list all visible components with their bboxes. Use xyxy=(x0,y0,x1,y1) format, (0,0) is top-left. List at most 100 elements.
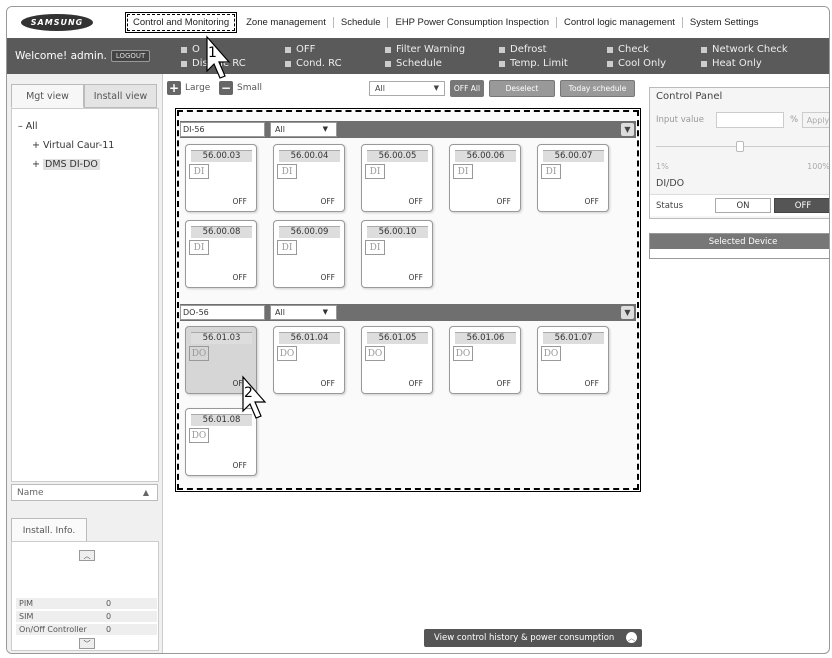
nav-control-monitoring[interactable]: Control and Monitoring xyxy=(124,12,238,33)
apply-button[interactable]: Apply xyxy=(802,112,829,128)
status-dot-icon xyxy=(499,46,505,53)
device-card[interactable]: 56.01.05 DO OFF xyxy=(361,326,433,394)
tab-install-view[interactable]: Install view xyxy=(84,84,157,108)
nav-ehp-power[interactable]: EHP Power Consumption Inspection xyxy=(388,17,557,28)
status-dot-icon xyxy=(181,46,187,53)
minus-icon: − xyxy=(220,81,232,95)
small-view-button[interactable]: − xyxy=(219,81,233,95)
view-toolbar: + Large − Small All ▼ OFF All Deselect To… xyxy=(167,80,637,102)
off-all-button[interactable]: OFF All xyxy=(450,80,484,97)
chevron-down-icon: ▼ xyxy=(624,125,631,134)
nav-schedule[interactable]: Schedule xyxy=(334,17,389,28)
chevron-down-icon: ▼ xyxy=(322,308,328,316)
status-dot-icon xyxy=(701,46,707,53)
name-sort-select[interactable]: Name ▲ xyxy=(11,484,158,501)
nav-control-logic[interactable]: Control logic management xyxy=(557,17,683,28)
chevron-down-icon: ▼ xyxy=(322,125,328,133)
control-panel: Control Panel Input value % Apply 1% 100… xyxy=(649,87,829,219)
welcome-label: Welcome! admin. xyxy=(15,50,107,62)
chevron-up-icon: ▲ xyxy=(142,488,149,497)
install-row-pim: PIM 0 xyxy=(16,598,157,610)
group-name-field[interactable]: DI-56 xyxy=(180,122,265,137)
status-network-check: Network Check xyxy=(701,44,788,55)
expand-icon[interactable]: + xyxy=(32,159,40,170)
device-card[interactable]: 56.00.10 DI OFF xyxy=(361,220,433,288)
status-off: OFF xyxy=(285,44,315,55)
chevron-up-icon: ︿ xyxy=(626,632,637,643)
nav-zone-management[interactable]: Zone management xyxy=(239,17,334,28)
callout-1-number: 1 xyxy=(208,45,217,61)
status-dot-icon xyxy=(181,60,187,67)
off-button[interactable]: OFF xyxy=(774,198,829,213)
large-view-button[interactable]: + xyxy=(167,81,181,95)
status-dot-icon xyxy=(385,46,391,53)
collapse-icon[interactable]: – xyxy=(18,121,23,132)
small-label: Small xyxy=(237,83,262,93)
tab-mgt-view[interactable]: Mgt view xyxy=(11,84,84,108)
scroll-down-button[interactable]: ﹀ xyxy=(79,638,95,649)
status-dot-icon xyxy=(701,60,707,67)
group-filter-select[interactable]: All ▼ xyxy=(270,305,337,320)
status-dot-icon xyxy=(499,60,505,67)
install-row-sim: SIM 0 xyxy=(16,611,157,623)
device-card[interactable]: 56.00.03 DI OFF xyxy=(185,144,257,212)
status-dot-icon xyxy=(607,60,613,67)
status-cond-rc: Cond. RC xyxy=(285,58,342,69)
scroll-up-button[interactable]: ︿ xyxy=(79,550,95,561)
selected-device-header: Selected Device xyxy=(650,234,829,249)
value-slider-thumb[interactable] xyxy=(736,141,744,152)
status-cool-only: Cool Only xyxy=(607,58,666,69)
device-tree: – All + Virtual Caur-11 + DMS DI-DO xyxy=(11,108,159,482)
device-card[interactable]: 56.00.08 DI OFF xyxy=(185,220,257,288)
percent-label: % xyxy=(790,115,799,125)
status-filter-warning: Filter Warning xyxy=(385,44,465,55)
device-card[interactable]: 56.00.07 DI OFF xyxy=(537,144,609,212)
samsung-logo: SAMSUNG xyxy=(21,14,93,31)
status-row: Status ON OFF xyxy=(650,194,829,216)
device-card[interactable]: 56.00.05 DI OFF xyxy=(361,144,433,212)
status-dot-icon xyxy=(607,46,613,53)
device-card[interactable]: 56.01.04 DO OFF xyxy=(273,326,345,394)
group-filter-select[interactable]: All ▼ xyxy=(270,122,337,137)
status-label: Status xyxy=(656,201,684,211)
tab-install-info[interactable]: Install. Info. xyxy=(11,518,87,542)
today-schedule-button[interactable]: Today schedule xyxy=(560,80,635,97)
status-temp-limit: Temp. Limit xyxy=(499,58,568,69)
app-window: SAMSUNG Control and Monitoring Zone mana… xyxy=(6,6,830,654)
plus-icon: + xyxy=(168,81,180,95)
device-area: DI-56 All ▼ ▼ 56.00.03 DI OFF 56.00.04 DI OFF… xyxy=(175,108,641,492)
callout-1-arrow-icon: 1 xyxy=(206,35,231,79)
callout-2-arrow-icon: 2 xyxy=(242,375,267,419)
tree-node-virtual[interactable]: + Virtual Caur-11 xyxy=(18,140,152,151)
status-heat-only: Heat Only xyxy=(701,58,762,69)
group-name-field[interactable]: DO-56 xyxy=(180,305,265,320)
install-info-box: ︿ PIM 0 SIM 0 On/Off Controller 0 ﹀ xyxy=(11,541,159,651)
tree-node-all[interactable]: – All xyxy=(18,121,152,132)
chevron-down-icon: ﹀ xyxy=(83,639,91,648)
device-card[interactable]: 56.00.04 DI OFF xyxy=(273,144,345,212)
expand-icon[interactable]: + xyxy=(32,140,40,151)
nav-system-settings[interactable]: System Settings xyxy=(683,17,766,28)
control-panel-title: Control Panel xyxy=(656,91,723,102)
chevron-up-icon: ︿ xyxy=(83,551,91,560)
device-card[interactable]: 56.00.06 DI OFF xyxy=(449,144,521,212)
group-collapse-button[interactable]: ▼ xyxy=(621,306,634,319)
deselect-button[interactable]: Deselect xyxy=(489,80,555,97)
device-card[interactable]: 56.00.09 DI OFF xyxy=(273,220,345,288)
install-row-onoff: On/Off Controller 0 xyxy=(16,624,157,636)
tree-node-dms-dido[interactable]: + DMS DI-DO xyxy=(18,159,152,170)
slider-min-label: 1% xyxy=(656,162,669,171)
status-defrost: Defrost xyxy=(499,44,547,55)
group-header-di: DI-56 All ▼ ▼ xyxy=(180,121,636,138)
filter-select[interactable]: All ▼ xyxy=(369,81,445,96)
device-card[interactable]: 56.01.06 DO OFF xyxy=(449,326,521,394)
view-history-button[interactable]: View control history & power consumption… xyxy=(424,629,642,647)
device-card[interactable]: 56.01.07 DO OFF xyxy=(537,326,609,394)
group-collapse-button[interactable]: ▼ xyxy=(621,123,634,136)
on-button[interactable]: ON xyxy=(715,198,771,213)
status-bar: Welcome! admin. LOGOUT O OFF Filter Warni… xyxy=(7,38,829,74)
input-value-label: Input value xyxy=(656,115,704,125)
input-value-field[interactable] xyxy=(716,112,784,128)
chevron-down-icon: ▼ xyxy=(624,308,631,317)
logout-button[interactable]: LOGOUT xyxy=(110,50,151,62)
